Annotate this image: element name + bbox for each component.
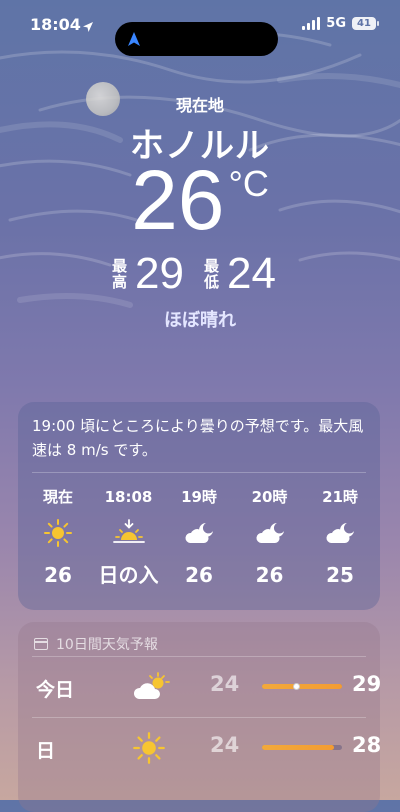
temperature-unit: °C (228, 163, 269, 204)
battery-icon: 41 (352, 17, 379, 30)
partly-cloudy-night-icon (253, 511, 287, 555)
hour-temp: 26 (255, 563, 284, 587)
hour-temp: 26 (185, 563, 213, 587)
status-time: 18:04 (30, 15, 81, 34)
hour-time: 21時 (322, 488, 358, 506)
current-temperature-value: 26 (131, 153, 225, 247)
hour-time: 20時 (251, 488, 288, 506)
partly-cloudy-night-icon (182, 511, 216, 555)
location-arrow-icon (82, 18, 94, 37)
day-high: 28 (352, 733, 382, 757)
forecast-summary: 19:00 頃にところにより曇りの予想です。最大風速は 8 m/s です。 (32, 417, 364, 459)
hour-item: 現在 26 (24, 483, 92, 595)
hour-time: 18:08 (104, 488, 153, 506)
high-label: 最 高 (112, 257, 128, 291)
low-label: 最 低 (204, 257, 220, 291)
hourly-forecast-card[interactable]: 19:00 頃にところにより曇りの予想です。最大風速は 8 m/s です。 現在… (18, 402, 380, 610)
dynamic-island (115, 22, 278, 56)
hour-item: 18:08 日の入 (95, 483, 163, 595)
low-temperature: 24 (227, 249, 276, 298)
hour-time: 現在 (42, 488, 73, 506)
navigation-arrow-icon (127, 31, 141, 51)
sun-icon (132, 731, 166, 769)
partly-sunny-icon (132, 670, 172, 708)
condition-text: ほぼ晴れ (164, 310, 236, 331)
status-bar: 18:04 5G 41 (0, 12, 400, 56)
day-high: 29 (352, 672, 382, 696)
hour-item: 21時 25 (306, 483, 374, 595)
temperature-range-bar (262, 683, 342, 690)
ten-day-title: 10日間天気予報 (56, 637, 158, 653)
day-low: 24 (210, 672, 240, 696)
hour-item: 19時 26 (165, 483, 233, 595)
day-label: 今日 (36, 679, 75, 701)
day-row-today[interactable]: 今日 24 29 (32, 656, 381, 717)
temperature-range-fill (262, 684, 342, 689)
hour-item: 20時 26 (236, 483, 304, 595)
hourly-list[interactable]: 現在 26 18:08 日の入 19時 26 20時 26 21時 25 (18, 473, 380, 595)
location-label: 現在地 (175, 96, 224, 115)
calendar-icon (34, 638, 48, 650)
sun-icon (43, 511, 73, 555)
ten-day-forecast-card[interactable]: 10日間天気予報 今日 24 29 日 24 28 (18, 622, 381, 812)
partly-cloudy-night-icon (323, 511, 357, 555)
high-low: 最 高 29 最 低 24 (0, 252, 400, 296)
signal-bars-icon (302, 17, 321, 30)
day-low: 24 (210, 733, 240, 757)
network-type: 5G (326, 16, 346, 31)
high-temperature: 29 (135, 249, 184, 298)
hour-temp: 26 (44, 563, 72, 587)
hour-temp: 日の入 (98, 563, 159, 587)
sunset-icon (112, 511, 146, 555)
hour-temp: 25 (326, 563, 354, 587)
temperature-range-bar (262, 745, 342, 750)
ten-day-header: 10日間天気予報 (18, 622, 380, 656)
temperature-range-fill (262, 745, 334, 750)
current-temperature: 26 °C (0, 158, 400, 242)
status-right-group: 5G 41 (302, 16, 379, 31)
day-label: 日 (36, 740, 56, 762)
day-row[interactable]: 日 24 28 (32, 717, 381, 778)
hour-time: 19時 (181, 488, 217, 506)
